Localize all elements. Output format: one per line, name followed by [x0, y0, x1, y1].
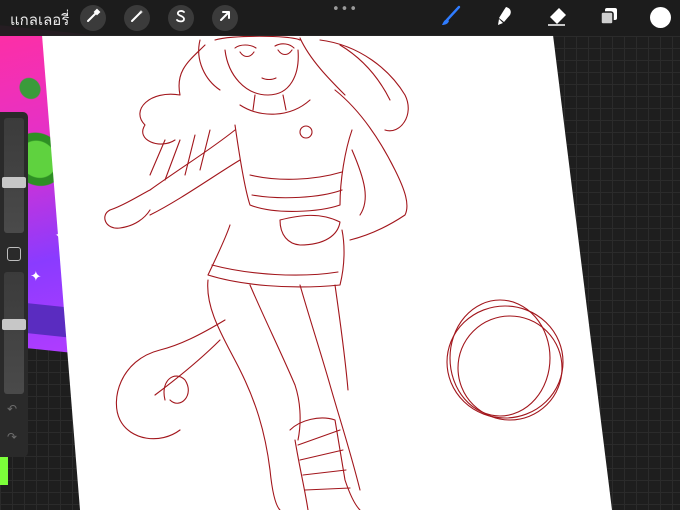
- undo-icon[interactable]: ↶: [7, 402, 17, 416]
- opacity-slider[interactable]: [2, 272, 26, 394]
- wrench-icon: [85, 8, 101, 28]
- arrow-cursor-icon: [217, 8, 233, 28]
- magic-wand-icon: [129, 8, 145, 28]
- left-sidebar: ↶ ↷: [0, 112, 28, 457]
- square-modify-icon[interactable]: [7, 247, 21, 261]
- eraser-tool-button[interactable]: [544, 5, 570, 31]
- gallery-button[interactable]: แกลเลอรี่: [10, 8, 69, 32]
- layers-icon: [597, 4, 621, 32]
- canvas-page: [42, 35, 612, 510]
- adjustments-button[interactable]: [124, 5, 150, 31]
- opacity-thumb[interactable]: [2, 319, 26, 330]
- drawing-canvas[interactable]: [0, 0, 680, 510]
- eraser-icon: [545, 4, 569, 32]
- brush-size-thumb[interactable]: [2, 177, 26, 188]
- brush-icon: [439, 4, 463, 32]
- redo-icon[interactable]: ↷: [7, 430, 17, 444]
- sketch-layer[interactable]: [0, 0, 680, 510]
- selection-button[interactable]: [168, 5, 194, 31]
- layers-button[interactable]: [596, 5, 622, 31]
- smudge-tool-button[interactable]: [491, 5, 517, 31]
- transform-button[interactable]: [212, 5, 238, 31]
- top-toolbar: แกลเลอรี่ •••: [0, 0, 680, 36]
- color-picker-button[interactable]: [650, 7, 671, 28]
- selection-s-icon: [173, 8, 189, 28]
- smudge-icon: [492, 4, 516, 32]
- brush-tool-button[interactable]: [438, 5, 464, 31]
- actions-button[interactable]: [80, 5, 106, 31]
- more-options-button[interactable]: •••: [332, 2, 358, 17]
- brush-size-slider[interactable]: [2, 118, 26, 233]
